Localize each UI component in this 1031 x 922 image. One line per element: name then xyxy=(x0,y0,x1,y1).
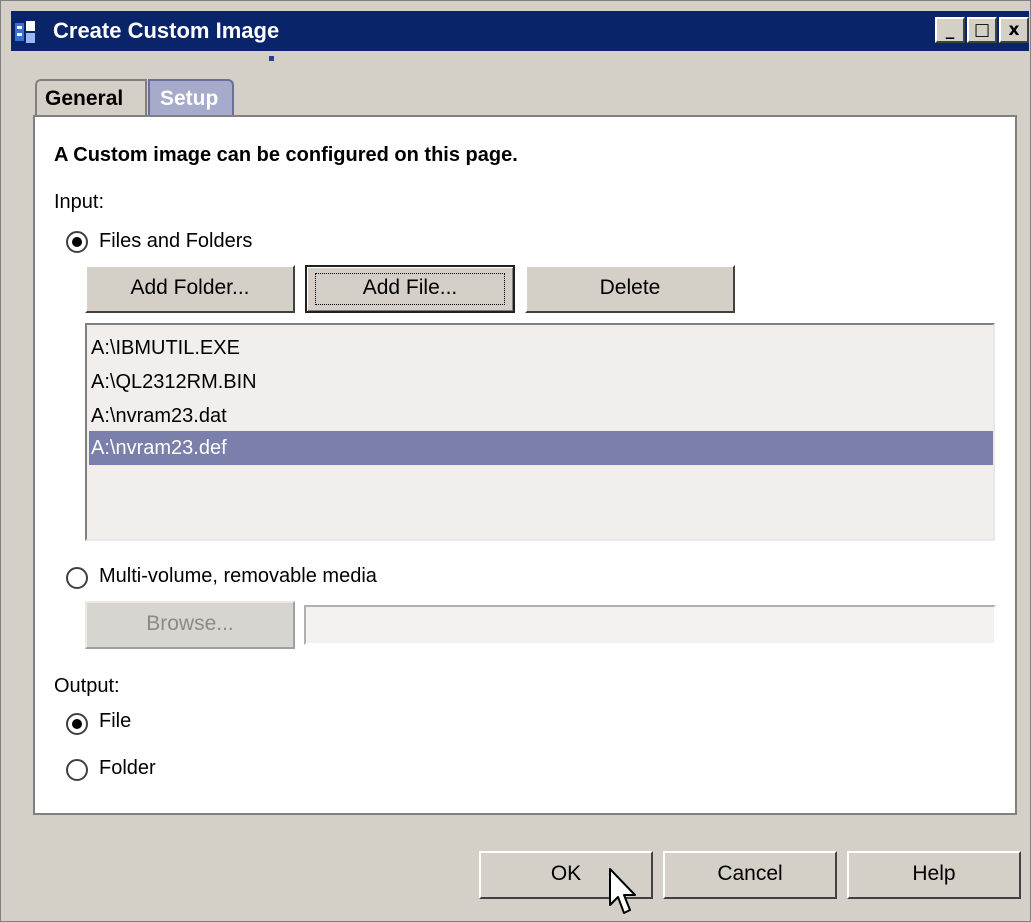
create-custom-image-dialog: Create Custom Image _ □ x General Setup … xyxy=(0,0,1031,922)
files-and-folders-radio[interactable] xyxy=(66,231,88,253)
tab-setup[interactable]: Setup xyxy=(148,79,234,115)
delete-button[interactable]: Delete xyxy=(525,265,735,313)
output-folder-radio[interactable] xyxy=(66,759,88,781)
radio-selected-dot xyxy=(72,719,82,729)
resize-grip-icon xyxy=(269,56,274,61)
cancel-button[interactable]: Cancel xyxy=(663,851,837,899)
tab-general-label: General xyxy=(45,87,124,110)
focus-rectangle xyxy=(315,273,505,305)
add-folder-button-label: Add Folder... xyxy=(130,276,250,299)
browse-button[interactable]: Browse... xyxy=(85,601,295,649)
app-icon xyxy=(15,21,35,43)
tab-general[interactable]: General xyxy=(35,79,147,115)
input-label: Input: xyxy=(54,191,105,213)
delete-button-label: Delete xyxy=(599,276,661,299)
maximize-button[interactable]: □ xyxy=(967,17,997,43)
help-button-label: Help xyxy=(912,862,956,885)
add-file-button[interactable]: Add File... xyxy=(305,265,515,313)
multi-volume-radio[interactable] xyxy=(66,567,88,589)
file-list[interactable]: A:\IBMUTIL.EXE A:\QL2312RM.BIN A:\nvram2… xyxy=(85,323,995,541)
close-button[interactable]: x xyxy=(999,17,1029,43)
output-label: Output: xyxy=(54,675,120,697)
files-and-folders-label[interactable]: Files and Folders xyxy=(99,230,252,253)
output-file-radio[interactable] xyxy=(66,713,88,735)
list-item[interactable]: A:\IBMUTIL.EXE xyxy=(89,331,993,365)
add-folder-button[interactable]: Add Folder... xyxy=(85,265,295,313)
output-file-label[interactable]: File xyxy=(99,710,131,733)
minimize-button[interactable]: _ xyxy=(935,17,965,43)
browse-button-label: Browse... xyxy=(146,612,234,635)
browse-path-field[interactable] xyxy=(304,605,996,645)
cancel-button-label: Cancel xyxy=(717,862,783,885)
list-item[interactable]: A:\nvram23.dat xyxy=(89,399,993,433)
output-folder-label[interactable]: Folder xyxy=(99,757,156,780)
list-item-selected[interactable]: A:\nvram23.def xyxy=(89,431,993,465)
help-button[interactable]: Help xyxy=(847,851,1021,899)
window-title: Create Custom Image xyxy=(53,18,280,43)
mouse-pointer-icon xyxy=(609,868,636,914)
multi-volume-label[interactable]: Multi-volume, removable media xyxy=(99,565,377,588)
list-item[interactable]: A:\QL2312RM.BIN xyxy=(89,365,993,399)
ok-button-label: OK xyxy=(550,862,582,885)
radio-selected-dot xyxy=(72,237,82,247)
tab-setup-label: Setup xyxy=(160,87,219,110)
page-heading: A Custom image can be configured on this… xyxy=(54,144,518,166)
